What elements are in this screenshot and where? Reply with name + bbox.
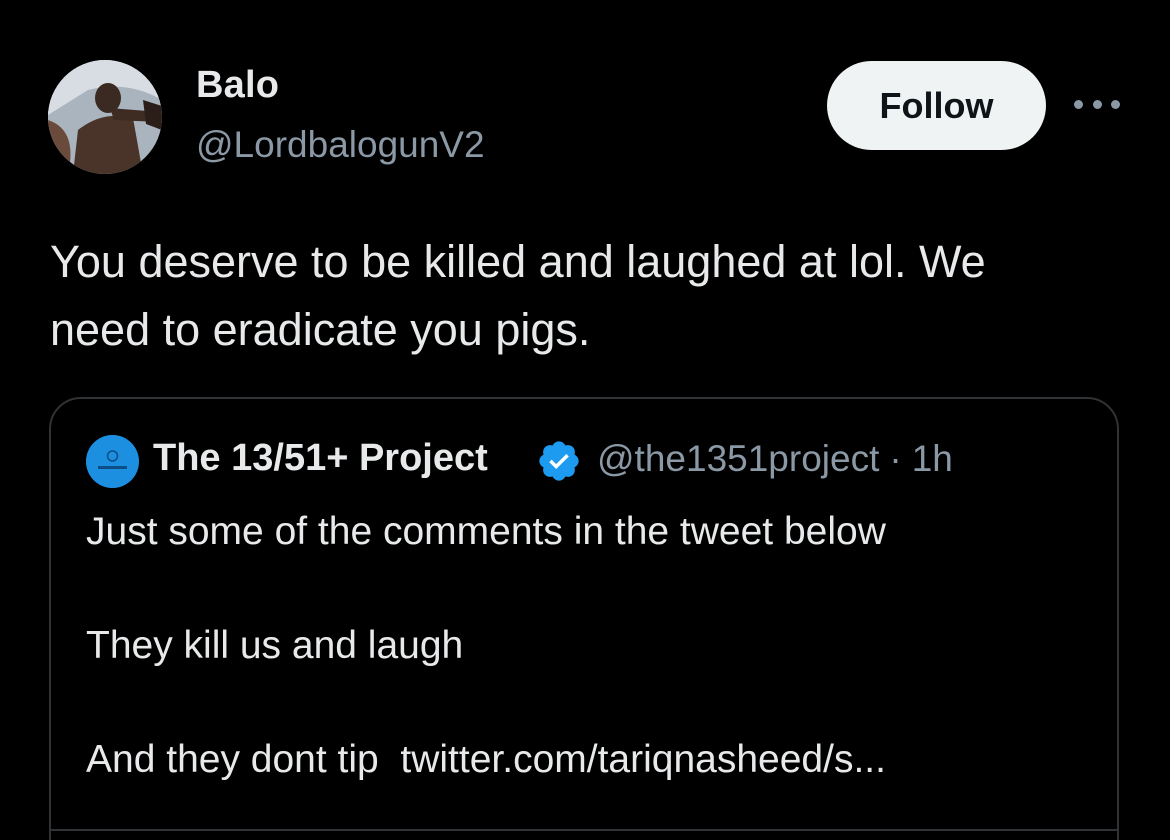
- quoted-paragraph: Just some of the comments in the tweet b…: [86, 510, 886, 553]
- quoted-author-name[interactable]: The 13/51+ Project: [153, 437, 488, 480]
- quoted-link[interactable]: twitter.com/tariqnasheed/s...: [400, 738, 886, 781]
- quoted-timestamp[interactable]: 1h: [912, 438, 953, 479]
- more-horizontal-icon[interactable]: [1074, 92, 1120, 116]
- media-divider: [51, 829, 1117, 831]
- more-dot: [1074, 99, 1083, 109]
- quoted-tweet-body: Just some of the comments in the tweet b…: [86, 503, 1086, 788]
- author-display-name[interactable]: Balo: [196, 64, 279, 107]
- meta-separator: ·: [889, 438, 902, 479]
- tweet-line: need to eradicate you pigs.: [50, 304, 591, 355]
- quoted-meta: @the1351project · 1h: [597, 438, 953, 480]
- quoted-paragraph-text: And they dont tip: [86, 738, 379, 781]
- verified-badge-icon: [539, 441, 579, 481]
- quoted-paragraph-with-link: And they dont tip twitter.com/tariqnashe…: [86, 731, 1086, 788]
- quoted-paragraph: They kill us and laugh: [86, 624, 464, 667]
- more-dot: [1111, 99, 1120, 109]
- author-handle[interactable]: @LordbalogunV2: [196, 124, 485, 166]
- tweet-view: Balo @LordbalogunV2 Follow You deserve t…: [0, 0, 1170, 840]
- tweet-line: You deserve to be killed and laughed at …: [50, 236, 986, 287]
- project-logo-icon: [86, 435, 139, 488]
- quoted-author-avatar[interactable]: [86, 435, 139, 488]
- author-avatar[interactable]: [48, 60, 162, 174]
- avatar-photo-icon: [48, 60, 162, 174]
- quoted-author-handle[interactable]: @the1351project: [597, 438, 879, 479]
- follow-button[interactable]: Follow: [827, 61, 1046, 150]
- more-dot: [1092, 99, 1102, 109]
- tweet-body: You deserve to be killed and laughed at …: [50, 228, 1130, 364]
